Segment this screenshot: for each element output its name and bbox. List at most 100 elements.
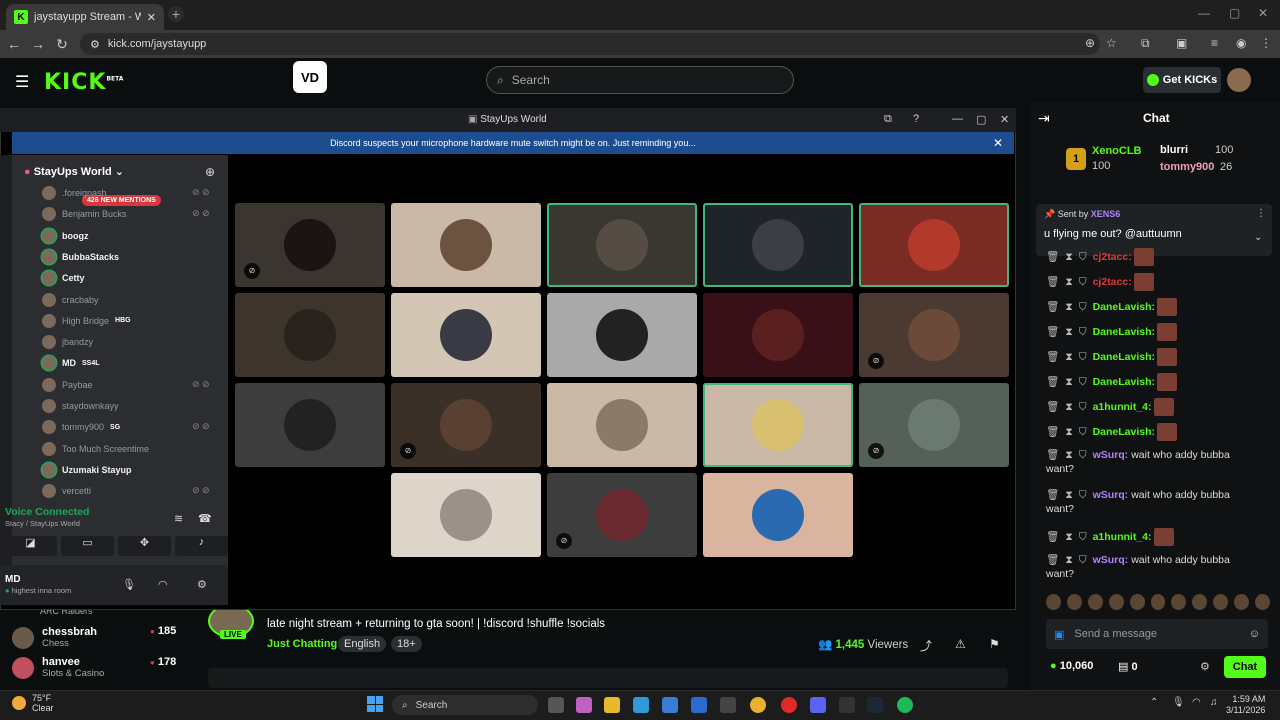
participant-tile[interactable] [703,473,853,557]
delete-icon[interactable]: 🗑 [1046,276,1059,288]
chat-username[interactable]: DaneLavish: [1093,376,1155,388]
chat-username[interactable]: cj2tacc: [1093,276,1132,288]
emote-icon[interactable] [1171,594,1187,610]
user-name[interactable]: MD [5,574,21,585]
soundboard-icon[interactable]: ♪ [175,536,228,556]
add-member-icon[interactable]: ⊕ [205,165,215,179]
voice-member[interactable]: High Bridge HBG [42,313,131,328]
delete-icon[interactable]: 🗑 [1046,376,1059,388]
snipping-icon[interactable] [720,697,736,713]
stream-category[interactable]: Just Chatting [267,638,337,650]
file-explorer-icon[interactable] [604,697,620,713]
voice-member[interactable]: Cetty [42,271,85,286]
noise-suppression-icon[interactable]: ≋ [174,512,183,525]
delete-icon[interactable]: 🗑 [1046,301,1059,313]
browser-tab[interactable]: K jaystayupp Stream - Watch Live ✕ [6,4,164,30]
activities-icon[interactable]: ✥ [118,536,171,556]
voice-member[interactable]: .foreignash [42,186,107,200]
chat-username[interactable]: DaneLavish: [1093,301,1155,313]
microphone-icon[interactable]: 🎙 [1172,697,1185,708]
user-avatar[interactable] [1227,68,1251,92]
opera-icon[interactable] [781,697,797,713]
star-icon[interactable]: ☆ [1106,36,1117,50]
reload-icon[interactable]: ↻ [50,36,74,53]
followed-channel[interactable]: chessbrah Chess [12,626,97,649]
start-button[interactable] [367,696,383,712]
taskbar-search[interactable]: ⌕ Search [392,695,538,715]
chevron-down-icon[interactable]: ⌄ [1254,232,1262,243]
chat-username[interactable]: wSurq: [1093,554,1129,566]
chat-username[interactable]: DaneLavish: [1093,426,1155,438]
delete-icon[interactable]: 🗑 [1046,251,1059,263]
voice-member[interactable]: Benjamin Bucks [42,207,127,222]
chat-username[interactable]: DaneLavish: [1093,351,1155,363]
voice-member[interactable]: staydownkayy [42,399,119,413]
forward-icon[interactable]: → [26,36,50,52]
mod-icon[interactable]: ⚑ [989,637,1000,651]
minimize-icon[interactable]: — [1198,6,1210,20]
emote-icon[interactable] [1234,594,1250,610]
emote-icon[interactable] [1108,594,1124,610]
microphone-icon[interactable]: 🎙 [122,578,136,591]
timeout-icon[interactable]: ⧗ [1065,251,1072,263]
timeout-icon[interactable]: ⧗ [1065,449,1072,461]
steam-icon[interactable] [867,697,883,713]
hamburger-menu-icon[interactable]: ☰ [15,72,31,92]
close-notice-icon[interactable]: ✕ [993,136,1003,150]
participant-tile[interactable]: ⊘ [859,293,1009,377]
chat-username[interactable]: cj2tacc: [1093,251,1132,263]
delete-icon[interactable]: 🗑 [1046,531,1059,543]
media-icon[interactable]: ≡ [1211,36,1218,50]
delete-icon[interactable]: 🗑 [1046,449,1059,461]
emote-icon[interactable] [1066,594,1082,610]
popout-icon[interactable]: ⧉ [884,113,892,126]
voice-member[interactable]: jbandzy [42,335,93,350]
timeout-icon[interactable]: ⧗ [1065,301,1072,313]
participant-tile[interactable]: ⊘ [859,383,1009,467]
followed-channel[interactable]: hanvee Slots & Casino [12,656,104,679]
settings-icon[interactable]: ⚙ [197,578,207,591]
participant-tile[interactable] [703,383,853,467]
vd-app-icon[interactable]: VD [293,61,327,93]
report-icon[interactable]: ⚠ [955,637,966,651]
collapse-chat-icon[interactable]: ⇥ [1038,110,1050,127]
share-icon[interactable]: ⤴ [920,637,932,654]
copilot-icon[interactable] [576,697,592,713]
chat-username[interactable]: a1hunnit_4: [1093,531,1152,543]
participant-tile[interactable] [391,473,541,557]
zoom-icon[interactable]: ⊕ [1085,36,1095,50]
maximize-icon[interactable]: ▢ [976,113,986,126]
chat-username[interactable]: DaneLavish: [1093,326,1155,338]
screenshare-icon[interactable]: ▭ [61,536,114,556]
delete-icon[interactable]: 🗑 [1046,489,1059,501]
sidebar-icon[interactable]: ▣ [1176,36,1187,50]
participant-tile[interactable] [703,293,853,377]
participant-tile[interactable]: ⊘ [391,383,541,467]
back-icon[interactable]: ← [2,36,26,52]
participant-tile[interactable] [235,293,385,377]
delete-icon[interactable]: 🗑 [1046,351,1059,363]
voice-member[interactable]: Too Much Screentime [42,441,149,456]
tag-mature[interactable]: 18+ [391,636,422,652]
extensions-icon[interactable]: ⧉ [1141,36,1150,51]
chat-username[interactable]: a1hunnit_4: [1093,401,1152,413]
maximize-icon[interactable]: ▢ [1229,6,1240,20]
store-icon[interactable] [662,697,678,713]
voice-member[interactable]: cracbaby [42,292,99,307]
kick-logo[interactable]: KICKBETA [44,70,123,95]
timeout-icon[interactable]: ⧗ [1065,351,1072,363]
emote-icon[interactable] [1255,594,1270,610]
close-icon[interactable]: ✕ [1000,113,1009,126]
tag-language[interactable]: English [338,636,387,652]
edge-icon[interactable] [633,697,649,713]
emote-icon[interactable] [1129,594,1145,610]
site-info-icon[interactable]: ⚙ [90,38,100,51]
chat-send-button[interactable]: Chat [1224,656,1266,678]
voice-member[interactable]: Uzumaki Stayup [42,462,132,477]
emote-icon[interactable] [1046,594,1061,610]
new-tab-button[interactable]: + [168,6,184,22]
timeout-icon[interactable]: ⧗ [1065,326,1072,338]
participant-tile[interactable] [391,293,541,377]
mail-icon[interactable] [691,697,707,713]
leader-name[interactable]: XenoCLB [1092,145,1142,157]
